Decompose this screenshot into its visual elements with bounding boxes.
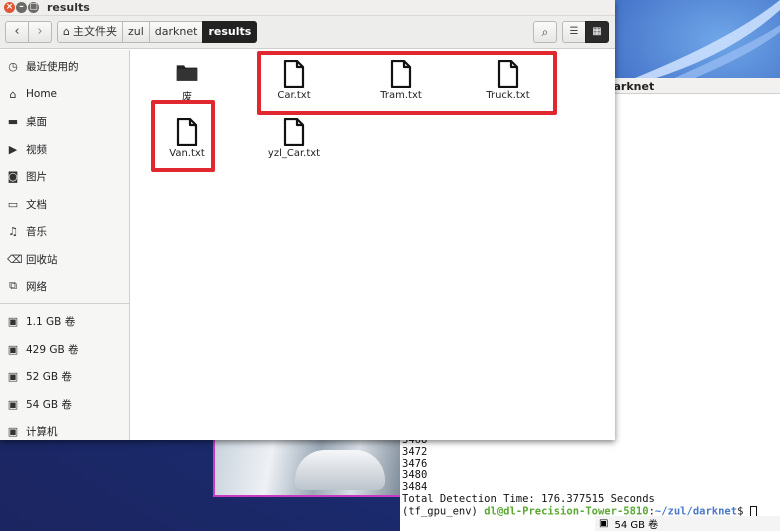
terminal-line: 3472 [402,445,428,458]
sidebar-item-label: 音乐 [26,225,47,238]
close-window-button[interactable]: × [4,2,15,13]
folder-icon [176,65,198,81]
sidebar-item-label: 最近使用的 [26,60,79,73]
drive-icon: ▣ [7,369,19,383]
file-item-yzl-car[interactable]: yzl_Car.txt [249,118,339,159]
terminal-line: 3476 [402,457,428,470]
sidebar-item-label: 54 GB 卷 [26,398,72,411]
home-icon: ⌂ [9,87,17,101]
sidebar-item-label: 回收站 [26,253,58,266]
network-icon: ⧉ [9,279,17,292]
breadcrumb-label: 主文件夹 [72,25,117,38]
sidebar-item-home[interactable]: ⌂ Home [0,83,129,105]
terminal-line: 3484 [402,481,428,494]
sidebar-item-volume-2[interactable]: ▣ 429 GB 卷 [0,338,129,360]
sidebar-item-videos[interactable]: ▶ 视频 [0,138,129,160]
breadcrumb-darknet[interactable]: darknet [148,21,204,43]
detection-time-line: Total Detection Time: 176.377515 Seconds [402,492,655,505]
terminal-output[interactable]: 3468 3472 3476 3480 3484 Total Detection… [402,434,757,518]
sidebar-item-desktop[interactable]: ▬ 桌面 [0,110,129,132]
folder-icon: ▬ [7,114,19,128]
sidebar-item-volume-3[interactable]: ▣ 52 GB 卷 [0,365,129,387]
maximize-window-button[interactable]: ▢ [28,2,39,13]
breadcrumb-zul[interactable]: zul [121,21,150,43]
sidebar-item-label: 网络 [26,280,47,293]
trash-icon: ⌫ [7,252,23,266]
search-button[interactable]: ⌕ [533,21,557,43]
background-sidebar-label: 54 GB 卷 [614,520,659,531]
car-image [295,450,385,490]
sidebar-item-documents[interactable]: ▭ 文档 [0,193,129,215]
sidebar-item-label: 视频 [26,143,47,156]
folder-item[interactable]: 废 [142,58,232,103]
sidebar-item-label: 计算机 [26,425,58,438]
forward-button[interactable]: › [28,21,52,43]
document-icon: ▭ [7,197,19,211]
sidebar-item-computer[interactable]: ▣ 计算机 [0,420,129,442]
video-icon: ▶ [8,142,18,156]
sidebar-item-volume-4[interactable]: ▣ 54 GB 卷 [0,393,129,415]
wallpaper-swoosh [630,0,780,80]
highlight-box-top [257,51,557,115]
file-label: yzl_Car.txt [267,148,321,159]
music-icon: ♫ [8,224,18,238]
sidebar-item-label: Home [26,88,58,100]
file-manager-window[interactable]: × – ▢ results ‹ › ⌂ 主文件夹 zul darknet res… [0,0,615,440]
camera-icon: ◙ [7,169,19,183]
sidebar-item-label: 1.1 GB 卷 [26,315,76,328]
search-icon: ⌕ [541,25,549,39]
grid-icon: ▦ [592,26,602,37]
list-icon: ☰ [569,26,579,37]
terminal-line: 3480 [402,469,428,482]
sidebar-item-label: 52 GB 卷 [26,370,72,383]
drive-icon: ▣ [7,314,19,328]
list-view-button[interactable]: ☰ [562,21,586,43]
home-icon: ⌂ [63,25,70,38]
sidebar-item-trash[interactable]: ⌫ 回收站 [0,248,129,270]
highlight-box-van [151,100,215,172]
breadcrumb-home[interactable]: ⌂ 主文件夹 [57,21,123,43]
breadcrumb: ⌂ 主文件夹 zul darknet results [57,21,258,43]
prompt-env: (tf_gpu_env) [402,505,485,518]
file-grid: 废 Car.txt Tram.txt Truck.txt Van.txt yzl… [131,50,615,440]
minimize-window-button[interactable]: – [16,2,27,13]
sidebar-divider [0,303,129,304]
toolbar: ‹ › ⌂ 主文件夹 zul darknet results ⌕ ☰ ▦ [0,16,615,49]
sidebar-item-volume-1[interactable]: ▣ 1.1 GB 卷 [0,310,129,332]
drive-icon: ▣ [7,342,19,356]
back-button[interactable]: ‹ [5,21,29,43]
sidebar-item-music[interactable]: ♫ 音乐 [0,220,129,242]
sidebar-item-network[interactable]: ⧉ 网络 [0,275,129,297]
sidebar-item-label: 429 GB 卷 [26,343,79,356]
text-file-icon [283,118,305,146]
sidebar-item-label: 图片 [26,170,47,183]
breadcrumb-results[interactable]: results [202,21,258,43]
sidebar-item-pictures[interactable]: ◙ 图片 [0,165,129,187]
computer-icon: ▣ [7,424,19,438]
sidebar-item-label: 文档 [26,198,47,211]
grid-view-button[interactable]: ▦ [585,21,609,43]
drive-icon: ▣ [7,397,19,411]
clock-icon: ◷ [8,59,18,73]
background-sidebar-item[interactable]: ▣ 54 GB 卷 [595,516,780,531]
drive-icon: ▣ [599,518,609,529]
image-viewer-photo [213,440,400,497]
sidebar-item-recent[interactable]: ◷ 最近使用的 [0,55,129,77]
sidebar: ◷ 最近使用的 ⌂ Home ▬ 桌面 ▶ 视频 ◙ 图片 ▭ 文档 ♫ 音乐 … [0,50,130,440]
sidebar-item-label: 桌面 [26,115,47,128]
window-titlebar[interactable]: × – ▢ results [0,0,615,16]
window-title: results [47,1,90,14]
